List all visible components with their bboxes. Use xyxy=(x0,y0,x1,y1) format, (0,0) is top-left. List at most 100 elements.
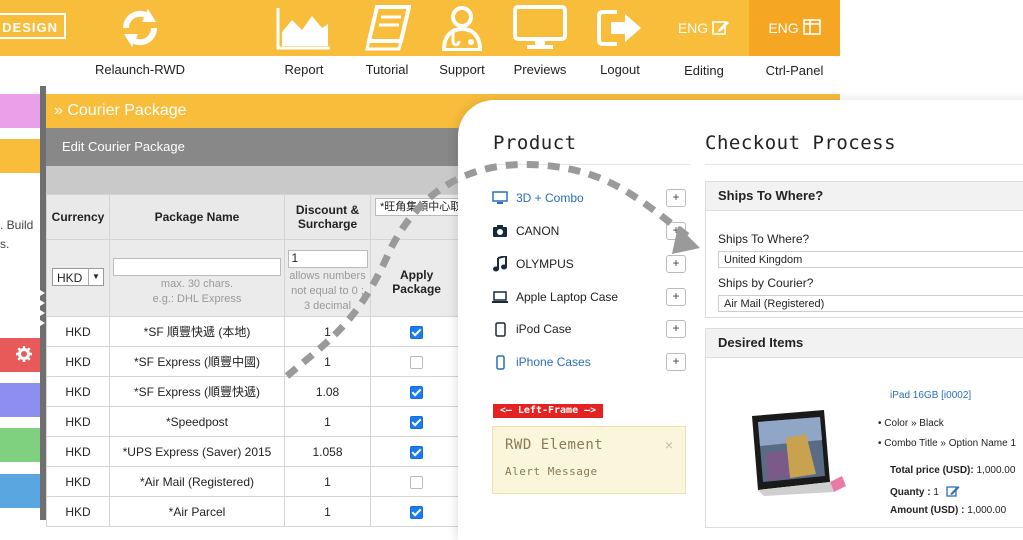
divider xyxy=(705,164,1023,165)
ipad-product-image[interactable] xyxy=(746,408,850,498)
monitor-icon[interactable] xyxy=(512,4,568,52)
row-discount: 1 xyxy=(284,496,371,527)
product-item-ipod-case[interactable]: iPod Case + xyxy=(492,317,688,341)
add-button[interactable]: + xyxy=(666,189,686,207)
apply-label-1: Apply xyxy=(399,268,434,282)
pickup-location-select[interactable]: *旺角集領中心取 xyxy=(375,198,463,216)
row-package-name: *Speedpost xyxy=(109,406,285,437)
col-discount[interactable]: Discount & Surcharge xyxy=(284,194,371,240)
sidebar-swatch-purple[interactable] xyxy=(0,383,40,417)
row-package-name: *SF Express (順豐快遞) xyxy=(109,376,285,407)
gear-icon[interactable] xyxy=(16,346,32,367)
tab-ctrl-panel[interactable]: ENG Ctrl-Panel xyxy=(749,0,840,86)
col-package-name[interactable]: Package Name xyxy=(109,194,285,240)
name-hint-1: max. 30 chars. xyxy=(160,278,234,290)
discount-hint-1: allows numbers xyxy=(289,270,366,282)
chevron-down-icon: ▼ xyxy=(88,269,103,285)
add-button[interactable]: + xyxy=(666,222,686,240)
monitor-icon xyxy=(492,190,508,206)
row-apply-cell xyxy=(369,496,464,527)
logout-icon[interactable] xyxy=(594,4,646,52)
row-package-name: *SF Express (順豐中國) xyxy=(109,346,285,377)
apply-checkbox[interactable] xyxy=(410,445,424,459)
tab-ctrl-label: Ctrl-Panel xyxy=(749,56,840,86)
nav-tutorial[interactable]: Tutorial xyxy=(347,62,427,77)
tablet-icon xyxy=(492,321,508,337)
product-item-laptop-case[interactable]: Apple Laptop Case + xyxy=(492,285,688,309)
apply-checkbox[interactable] xyxy=(410,325,424,339)
add-button[interactable]: + xyxy=(666,288,686,306)
edit-icon[interactable] xyxy=(946,485,960,500)
tab-editing-label: Editing xyxy=(659,56,749,86)
discount-input[interactable]: 1 xyxy=(287,250,368,268)
add-button[interactable]: + xyxy=(666,255,686,273)
col-pickup[interactable]: *旺角集領中心取 xyxy=(369,194,464,240)
product-heading: Product xyxy=(493,132,577,154)
product-item-label: Apple Laptop Case xyxy=(516,290,619,304)
product-item-olympus[interactable]: OLYMPUS + xyxy=(492,252,688,276)
courier-select[interactable]: Air Mail (Registered) xyxy=(718,295,1023,312)
product-item-label: iPhone Cases xyxy=(516,355,591,369)
checkout-heading: Checkout Process xyxy=(705,132,897,154)
area-chart-icon[interactable] xyxy=(276,4,332,52)
product-item-iphone-cases[interactable]: iPhone Cases + xyxy=(492,350,688,374)
row-package-name: *SF 順豐快遞 (本地) xyxy=(109,316,285,347)
apply-checkbox[interactable] xyxy=(410,505,424,519)
filter-name-cell: max. 30 chars. e.g.: DHL Express xyxy=(109,239,285,317)
apply-checkbox[interactable] xyxy=(410,355,424,369)
item-name-link[interactable]: iPad 16GB [i0002] xyxy=(890,390,971,401)
ships-courier-label: Ships by Courier? xyxy=(718,276,814,290)
row-discount: 1.058 xyxy=(284,436,371,467)
ships-section: Ships To Where? Ships To Where? United K… xyxy=(705,181,1023,318)
nav-previews[interactable]: Previews xyxy=(500,62,580,77)
nav-relaunch-rwd[interactable]: Relaunch-RWD xyxy=(84,62,196,77)
product-item-canon[interactable]: CANON + xyxy=(492,219,688,243)
apply-label-2: Package xyxy=(392,282,441,296)
left-frame-tag: <— Left-Frame —> xyxy=(493,404,603,418)
item-color: • Color » Black xyxy=(878,418,944,429)
row-package-name: *UPS Express (Saver) 2015 xyxy=(109,436,285,467)
ships-to-label: Ships To Where? xyxy=(718,232,810,246)
refresh-icon[interactable] xyxy=(112,4,168,52)
divider xyxy=(490,164,690,165)
row-discount: 1.08 xyxy=(284,376,371,407)
name-hint-2: e.g.: DHL Express xyxy=(152,293,242,305)
music-icon xyxy=(492,256,508,272)
row-currency: HKD xyxy=(46,496,110,527)
row-apply-cell xyxy=(369,316,464,347)
product-item-3d-combo[interactable]: 3D + Combo + xyxy=(492,186,688,210)
row-currency: HKD xyxy=(46,406,110,437)
filter-apply-cell: Apply Package xyxy=(369,239,464,317)
brand-logo[interactable]: DESIGN xyxy=(0,13,66,39)
nav-support[interactable]: Support xyxy=(422,62,502,77)
sidebar-swatch-orange[interactable] xyxy=(0,139,40,173)
sidebar-swatch-red[interactable] xyxy=(0,338,40,372)
apply-checkbox[interactable] xyxy=(410,385,424,399)
sidebar-text-1: . Build xyxy=(0,218,34,232)
country-select[interactable]: United Kingdom xyxy=(718,251,1023,268)
package-name-input[interactable] xyxy=(113,258,281,276)
doctor-icon[interactable] xyxy=(436,4,488,52)
row-currency: HKD xyxy=(46,376,110,407)
sidebar-swatch-blue[interactable] xyxy=(0,474,40,508)
add-button[interactable]: + xyxy=(666,353,686,371)
filter-discount-cell: 1 allows numbers not equal to 0 ; 3 deci… xyxy=(284,239,371,317)
nav-logout[interactable]: Logout xyxy=(580,62,660,77)
row-currency: HKD xyxy=(46,346,110,377)
nav-report[interactable]: Report xyxy=(264,62,344,77)
alert-title: RWD Element xyxy=(505,437,604,453)
apply-checkbox[interactable] xyxy=(410,415,424,429)
sidebar-swatch-pink[interactable] xyxy=(0,94,40,128)
close-icon[interactable]: × xyxy=(665,437,673,453)
currency-filter-select[interactable]: HKD ▼ xyxy=(52,268,104,286)
sidebar-swatch-green[interactable] xyxy=(0,428,40,462)
book-icon[interactable] xyxy=(360,4,414,52)
row-currency: HKD xyxy=(46,316,110,347)
discount-hint-3: 3 decimal xyxy=(303,300,352,312)
col-currency[interactable]: Currency xyxy=(46,194,110,240)
total-price: Total price (USD): 1,000.00 xyxy=(890,465,1016,476)
apply-checkbox[interactable] xyxy=(410,475,424,489)
add-button[interactable]: + xyxy=(666,320,686,338)
tab-editing[interactable]: ENG Editing xyxy=(659,0,749,86)
row-discount: 1 xyxy=(284,346,371,377)
